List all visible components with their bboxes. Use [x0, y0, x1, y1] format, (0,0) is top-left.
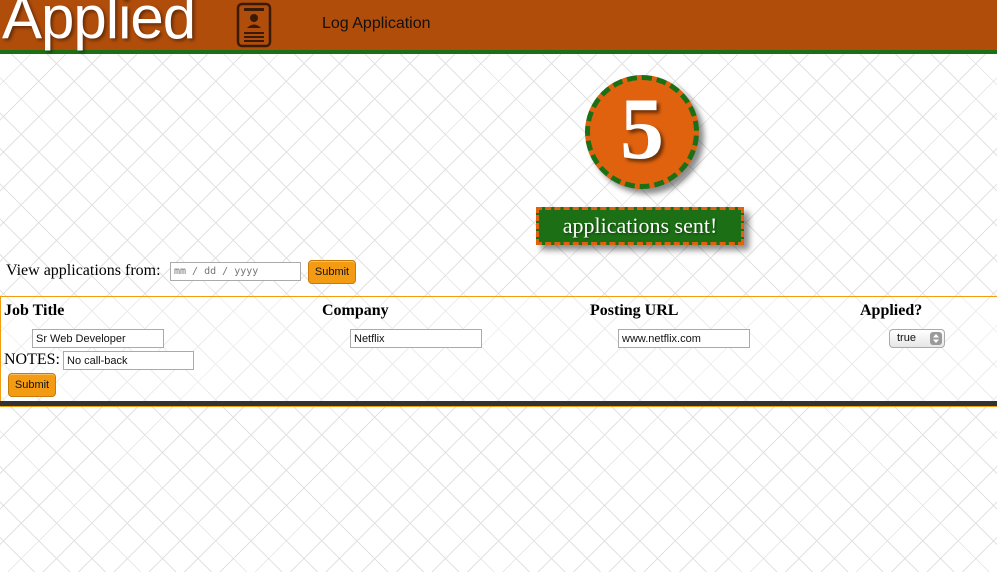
filter-submit-button[interactable]: Submit: [308, 260, 356, 284]
view-applications-label: View applications from:: [6, 262, 161, 279]
applied-select-value: true: [897, 332, 916, 344]
entry-submit-button[interactable]: Submit: [8, 373, 56, 397]
notes-label: NOTES:: [4, 351, 60, 368]
nav-log-application[interactable]: Log Application: [322, 15, 431, 33]
application-entry-form: [0, 296, 997, 401]
column-applied: Applied?: [860, 302, 923, 319]
column-company: Company: [322, 302, 389, 319]
top-nav-bar: Applied Log Application: [0, 0, 997, 54]
notes-input[interactable]: [63, 351, 194, 370]
updown-arrows-icon: [930, 332, 942, 345]
date-filter-input[interactable]: [170, 262, 301, 281]
id-badge-icon: [236, 2, 272, 53]
applications-count: 5: [620, 81, 664, 178]
applied-select[interactable]: true: [889, 329, 945, 348]
column-job-title: Job Title: [4, 302, 65, 319]
applications-sent-banner: applications sent!: [536, 207, 744, 245]
column-posting-url: Posting URL: [590, 302, 679, 319]
applications-count-badge: 5: [585, 75, 699, 189]
posting-url-input[interactable]: [618, 329, 750, 348]
form-bottom-border: [0, 406, 997, 407]
job-title-input[interactable]: [32, 329, 164, 348]
company-input[interactable]: [350, 329, 482, 348]
applications-sent-label: applications sent!: [562, 213, 718, 238]
brand-logo[interactable]: Applied: [2, 0, 196, 48]
